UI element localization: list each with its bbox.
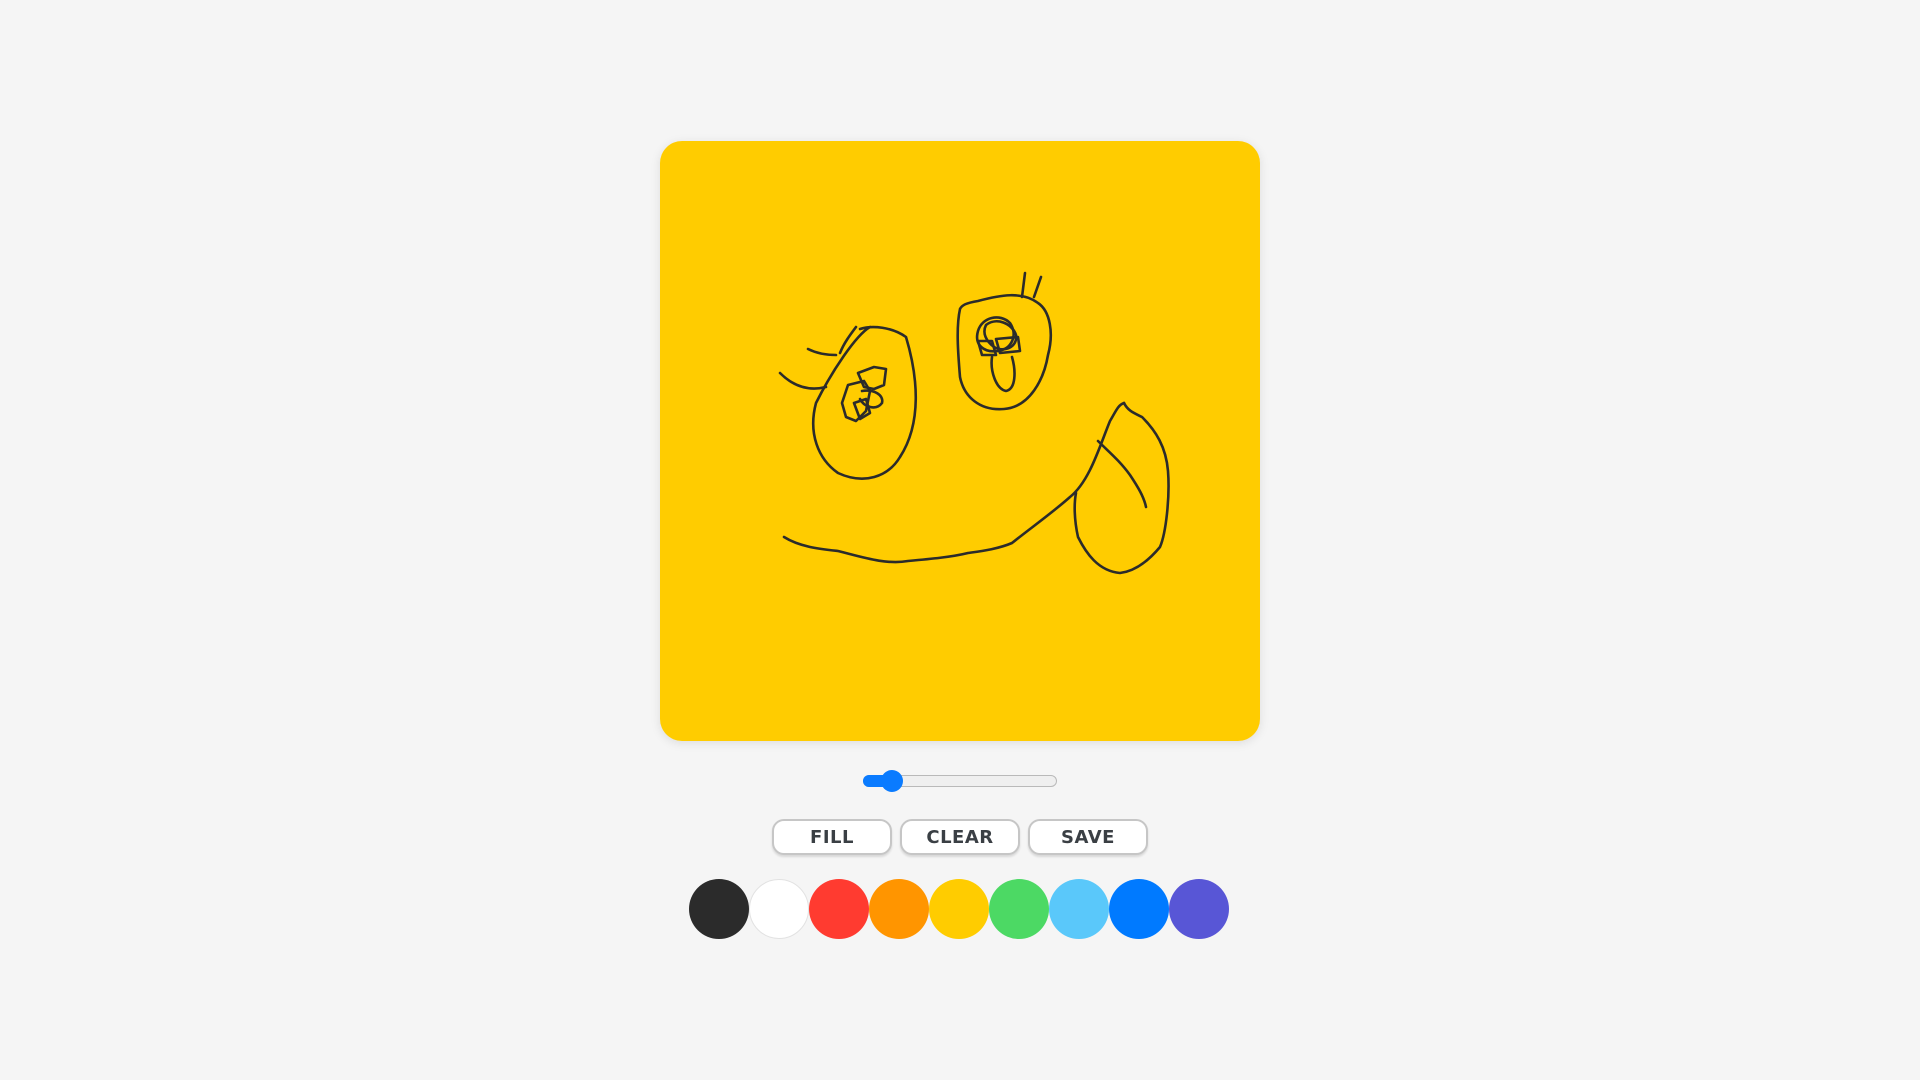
slider-thumb[interactable] xyxy=(881,770,903,792)
color-swatch-purple[interactable] xyxy=(1169,879,1229,939)
fill-button[interactable]: FILL xyxy=(772,819,892,855)
color-swatch-blue[interactable] xyxy=(1109,879,1169,939)
color-swatch-green[interactable] xyxy=(989,879,1049,939)
paint-app: FILL CLEAR SAVE xyxy=(0,0,1920,1080)
color-swatch-black[interactable] xyxy=(689,879,749,939)
canvas-background xyxy=(660,141,1260,741)
color-swatch-white[interactable] xyxy=(749,879,809,939)
color-palette xyxy=(689,879,1229,939)
color-swatch-orange[interactable] xyxy=(869,879,929,939)
toolbar: FILL CLEAR SAVE xyxy=(772,819,1148,855)
brush-size-slider[interactable] xyxy=(863,770,1057,792)
drawing-canvas[interactable] xyxy=(660,141,1260,741)
color-swatch-yellow[interactable] xyxy=(929,879,989,939)
color-swatch-light-blue[interactable] xyxy=(1049,879,1109,939)
color-swatch-red[interactable] xyxy=(809,879,869,939)
drawing-svg[interactable] xyxy=(660,141,1260,741)
save-button[interactable]: SAVE xyxy=(1028,819,1148,855)
clear-button[interactable]: CLEAR xyxy=(900,819,1020,855)
